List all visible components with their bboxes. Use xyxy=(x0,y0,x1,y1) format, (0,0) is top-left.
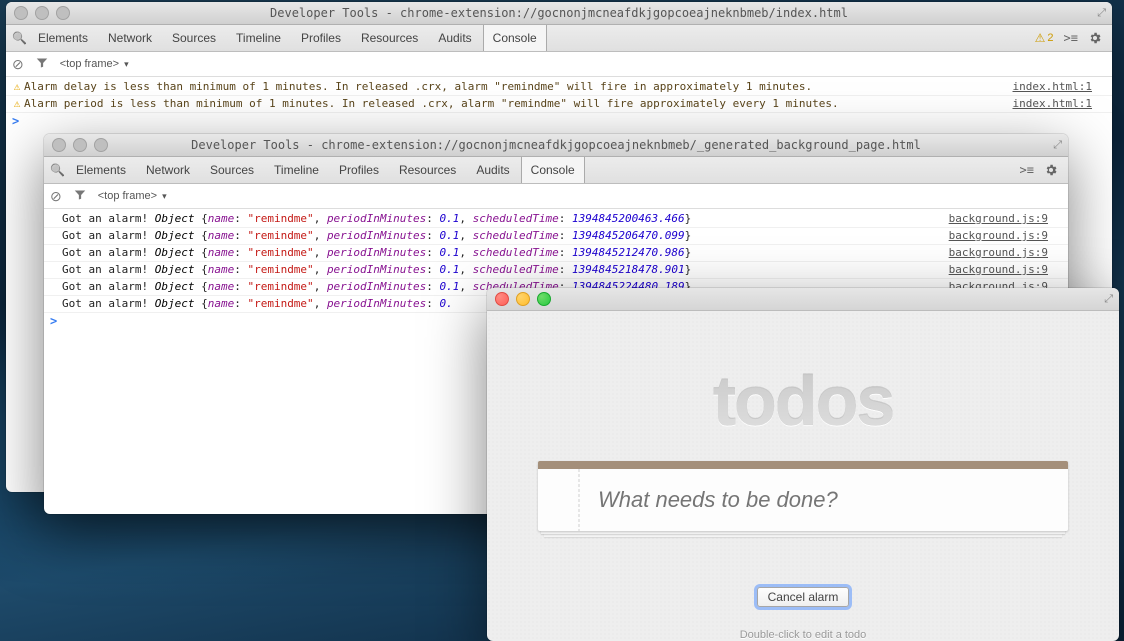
tab-console[interactable]: Console xyxy=(483,25,547,51)
console-log-line: Got an alarm! Object {name: "remindme", … xyxy=(44,228,1068,245)
console-warning-line: Alarm delay is less than minimum of 1 mi… xyxy=(6,79,1112,96)
console-log-line: Got an alarm! Object {name: "remindme", … xyxy=(44,262,1068,279)
drawer-toggle-icon[interactable]: >≡ xyxy=(1020,163,1034,177)
traffic-lights[interactable] xyxy=(44,138,108,152)
zoom-icon[interactable] xyxy=(537,292,551,306)
minimize-icon[interactable] xyxy=(73,138,87,152)
devtools-tabbar: Elements Network Sources Timeline Profil… xyxy=(6,25,1112,52)
frame-label: <top frame> xyxy=(60,58,119,70)
zoom-icon[interactable] xyxy=(56,6,70,20)
close-icon[interactable] xyxy=(14,6,28,20)
gear-icon[interactable] xyxy=(1088,31,1102,45)
tab-console[interactable]: Console xyxy=(521,157,585,183)
tab-elements[interactable]: Elements xyxy=(67,157,135,183)
warning-icon xyxy=(10,96,24,112)
tab-sources[interactable]: Sources xyxy=(201,157,263,183)
blank-icon xyxy=(48,279,62,295)
console-source-link[interactable]: background.js:9 xyxy=(939,211,1048,227)
window-title: Developer Tools - chrome-extension://goc… xyxy=(44,138,1068,152)
console-message: Alarm period is less than minimum of 1 m… xyxy=(24,96,1003,112)
frame-label: <top frame> xyxy=(98,190,157,202)
tab-resources[interactable]: Resources xyxy=(390,157,465,183)
tab-elements[interactable]: Elements xyxy=(29,25,97,51)
new-todo-input[interactable] xyxy=(538,469,1068,531)
console-log-line: Got an alarm! Object {name: "remindme", … xyxy=(44,211,1068,228)
inspect-icon[interactable] xyxy=(12,31,27,45)
frame-selector[interactable]: <top frame> xyxy=(60,58,129,70)
window-title: Developer Tools - chrome-extension://goc… xyxy=(6,6,1112,20)
console-warning-line: Alarm period is less than minimum of 1 m… xyxy=(6,96,1112,113)
blank-icon xyxy=(48,262,62,278)
console-message: Got an alarm! Object {name: "remindme", … xyxy=(62,228,939,244)
warning-count: 2 xyxy=(1047,32,1053,44)
gear-icon[interactable] xyxy=(1044,163,1058,177)
tab-profiles[interactable]: Profiles xyxy=(292,25,350,51)
minimize-icon[interactable] xyxy=(35,6,49,20)
console-source-link[interactable]: index.html:1 xyxy=(1003,79,1092,95)
traffic-lights[interactable] xyxy=(6,6,70,20)
console-message: Alarm delay is less than minimum of 1 mi… xyxy=(24,79,1003,95)
todo-card xyxy=(538,461,1068,531)
tab-profiles[interactable]: Profiles xyxy=(330,157,388,183)
tab-audits[interactable]: Audits xyxy=(467,157,518,183)
console-source-link[interactable]: index.html:1 xyxy=(1003,96,1092,112)
tab-timeline[interactable]: Timeline xyxy=(227,25,290,51)
clear-console-icon[interactable] xyxy=(12,56,24,73)
blank-icon xyxy=(48,245,62,261)
hint-text: Double-click to edit a todo xyxy=(740,629,867,641)
close-icon[interactable] xyxy=(52,138,66,152)
blank-icon xyxy=(48,296,62,312)
tab-audits[interactable]: Audits xyxy=(429,25,480,51)
close-icon[interactable] xyxy=(495,292,509,306)
window-titlebar[interactable]: Developer Tools - chrome-extension://goc… xyxy=(6,2,1112,25)
console-message: Got an alarm! Object {name: "remindme", … xyxy=(62,245,939,261)
frame-selector[interactable]: <top frame> xyxy=(98,190,167,202)
zoom-icon[interactable] xyxy=(94,138,108,152)
console-source-link[interactable]: background.js:9 xyxy=(939,228,1048,244)
inspect-icon[interactable] xyxy=(50,163,65,177)
expand-icon[interactable]: ⤢ xyxy=(1097,7,1106,20)
console-subtoolbar: <top frame> xyxy=(6,52,1112,77)
tab-resources[interactable]: Resources xyxy=(352,25,427,51)
window-titlebar[interactable]: ⤢ xyxy=(487,288,1119,311)
console-source-link[interactable]: background.js:9 xyxy=(939,245,1048,261)
minimize-icon[interactable] xyxy=(516,292,530,306)
console-prompt[interactable]: > xyxy=(6,113,1112,129)
warning-icon xyxy=(10,79,24,95)
clear-console-icon[interactable] xyxy=(50,188,62,205)
blank-icon xyxy=(48,228,62,244)
console-log-line: Got an alarm! Object {name: "remindme", … xyxy=(44,245,1068,262)
expand-icon[interactable]: ⤢ xyxy=(1104,293,1113,306)
expand-icon[interactable]: ⤢ xyxy=(1053,139,1062,152)
console-message: Got an alarm! Object {name: "remindme", … xyxy=(62,211,939,227)
tab-timeline[interactable]: Timeline xyxy=(265,157,328,183)
app-title: todos xyxy=(713,361,894,441)
console-output: Alarm delay is less than minimum of 1 mi… xyxy=(6,77,1112,131)
tab-network[interactable]: Network xyxy=(99,25,161,51)
blank-icon xyxy=(48,211,62,227)
devtools-tabbar: Elements Network Sources Timeline Profil… xyxy=(44,157,1068,184)
traffic-lights[interactable] xyxy=(487,292,551,306)
window-titlebar[interactable]: Developer Tools - chrome-extension://goc… xyxy=(44,134,1068,157)
tab-sources[interactable]: Sources xyxy=(163,25,225,51)
drawer-toggle-icon[interactable]: >≡ xyxy=(1064,31,1078,45)
cancel-alarm-button[interactable]: Cancel alarm xyxy=(757,587,850,607)
warning-count-badge[interactable]: 2 xyxy=(1035,31,1054,45)
filter-icon[interactable] xyxy=(74,189,86,204)
console-source-link[interactable]: background.js:9 xyxy=(939,262,1048,278)
console-subtoolbar: <top frame> xyxy=(44,184,1068,209)
console-message: Got an alarm! Object {name: "remindme", … xyxy=(62,262,939,278)
filter-icon[interactable] xyxy=(36,57,48,72)
tab-network[interactable]: Network xyxy=(137,157,199,183)
